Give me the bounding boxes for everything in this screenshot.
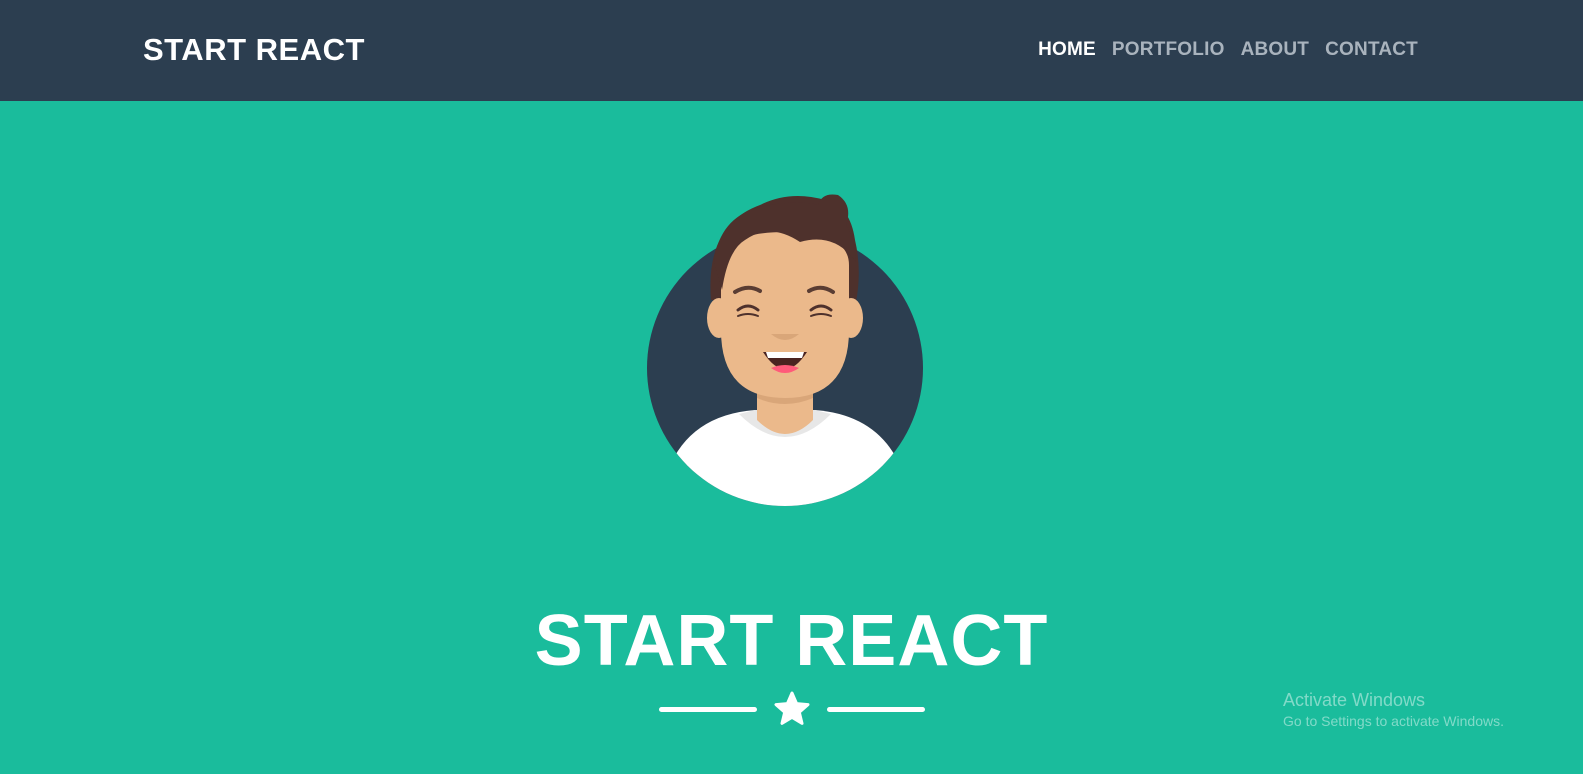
navbar: START REACT HOME PORTFOLIO ABOUT CONTACT	[0, 0, 1583, 101]
watermark-title: Activate Windows	[1283, 690, 1426, 710]
brand-logo-link[interactable]: START REACT	[143, 31, 365, 69]
page-title: START REACT	[534, 601, 1049, 682]
windows-activation-watermark: Activate Windows Go to Settings to activ…	[1283, 689, 1504, 731]
masthead: START REACT	[0, 101, 1583, 774]
nav-item-about[interactable]: ABOUT	[1241, 38, 1310, 62]
watermark-subtitle: Go to Settings to activate Windows.	[1283, 713, 1504, 729]
divider-line-left	[658, 706, 757, 712]
star-icon	[774, 691, 809, 725]
nav-item-home[interactable]: HOME	[1038, 38, 1096, 62]
divider-line-right	[826, 706, 925, 712]
nav-menu: HOME PORTFOLIO ABOUT CONTACT	[1038, 38, 1418, 62]
avatar	[630, 186, 950, 516]
nav-item-contact[interactable]: CONTACT	[1325, 38, 1418, 62]
nav-item-portfolio[interactable]: PORTFOLIO	[1112, 38, 1225, 62]
smiling-person-avatar-icon	[647, 194, 923, 506]
